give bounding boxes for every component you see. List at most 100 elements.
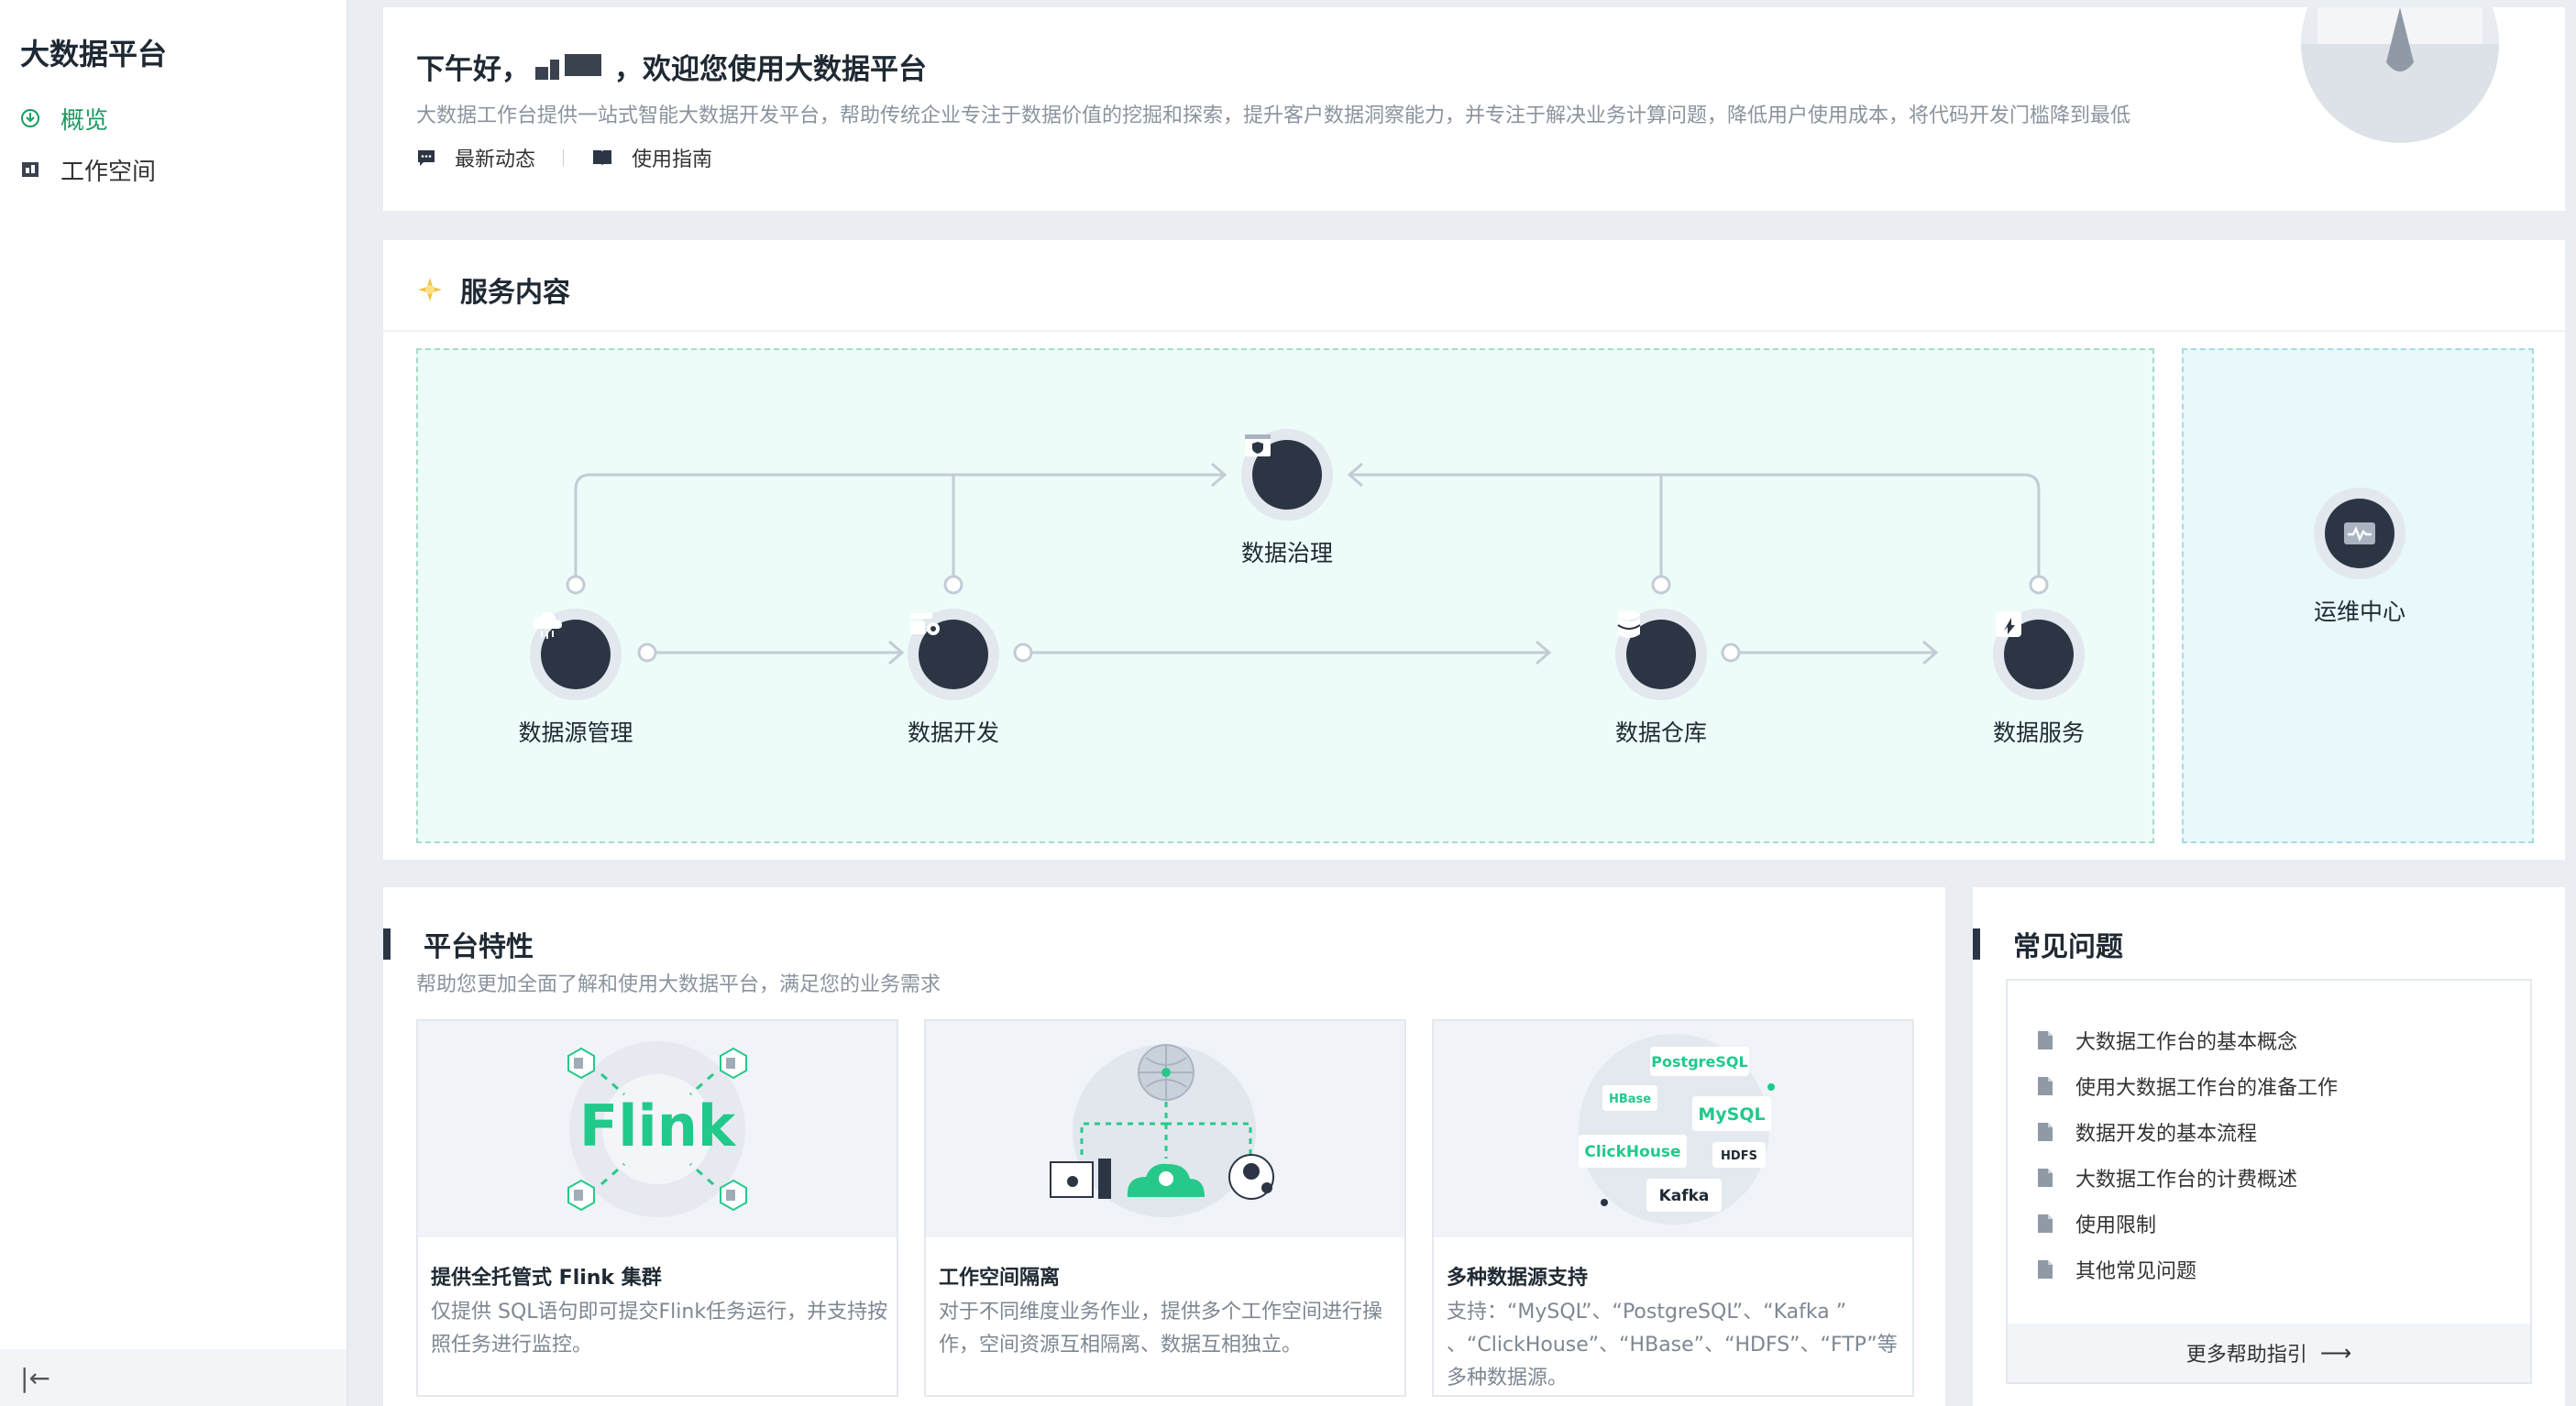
divider bbox=[563, 149, 565, 166]
latest-news-link[interactable]: 最新动态 bbox=[416, 143, 535, 172]
sidebar: 大数据平台 概览 工作空间 |← bbox=[0, 0, 348, 1406]
workspace-isolation-illustration bbox=[926, 1021, 1404, 1237]
faq-card: 常见问题 大数据工作台的基本概念 使用大数据工作台的准备工作 数据开发的基本流程… bbox=[1973, 887, 2565, 1406]
node-label: 运维中心 bbox=[2313, 599, 2405, 625]
faq-item-label: 其他常见问题 bbox=[2075, 1260, 2197, 1283]
document-icon bbox=[2038, 1031, 2053, 1049]
node-data-governance[interactable]: 数据治理 bbox=[1241, 429, 1333, 566]
node-data-service[interactable]: 数据服务 bbox=[1993, 609, 2085, 746]
features-subtitle: 帮助您更加全面了解和使用大数据平台，满足您的业务需求 bbox=[416, 973, 941, 996]
masked-username bbox=[535, 53, 609, 80]
faq-item[interactable]: 使用大数据工作台的准备工作 bbox=[2037, 1063, 2338, 1109]
header-bar bbox=[1973, 928, 1980, 960]
document-icon bbox=[2038, 1123, 2053, 1141]
node-label: 数据服务 bbox=[1992, 719, 2085, 746]
features-card: 平台特性 帮助您更加全面了解和使用大数据平台，满足您的业务需求 Flink 提供… bbox=[383, 887, 1945, 1406]
arrow-right-icon: ⟶ bbox=[2319, 1340, 2352, 1366]
data-flow-diagram: 数据治理 数据源管理 数据开发 数据仓库 数据服务 bbox=[416, 348, 2154, 843]
header-bar bbox=[383, 928, 391, 960]
tag-postgresql: PostgreSQL bbox=[1651, 1053, 1747, 1071]
node-label: 数据源管理 bbox=[518, 719, 633, 746]
node-label: 数据开发 bbox=[907, 719, 999, 746]
faq-item-label: 使用大数据工作台的准备工作 bbox=[2075, 1077, 2339, 1100]
features-header: 平台特性 bbox=[383, 924, 534, 964]
divider bbox=[383, 330, 2565, 332]
sidebar-item-overview[interactable]: 概览 bbox=[18, 97, 108, 139]
feature-description: 支持：“MySQL”、“PostgreSQL”、“Kafka ” 、“Click… bbox=[1447, 1301, 1898, 1390]
document-icon bbox=[2038, 1214, 2053, 1233]
collapse-icon: |← bbox=[20, 1362, 50, 1393]
faq-item-label: 数据开发的基本流程 bbox=[2075, 1123, 2258, 1146]
feature-card-flink[interactable]: Flink 提供全托管式 Flink 集群 仅提供 SQL语句即可提交Flink… bbox=[416, 1019, 898, 1397]
node-ops-center[interactable]: 运维中心 bbox=[2314, 488, 2405, 625]
faq-title: 常见问题 bbox=[2013, 931, 2123, 963]
governance-icon bbox=[1245, 434, 1271, 456]
feature-description: 仅提供 SQL语句即可提交Flink任务运行，并支持按照任务进行监控。 bbox=[431, 1301, 888, 1357]
welcome-title: 下午好， ，欢迎您使用大数据平台 bbox=[416, 46, 927, 87]
database-icon bbox=[1617, 610, 1641, 638]
welcome-description: 大数据工作台提供一站式智能大数据开发平台，帮助传统企业专注于数据价值的挖掘和探索… bbox=[416, 104, 2131, 127]
node-data-development[interactable]: 数据开发 bbox=[908, 609, 999, 746]
message-icon bbox=[418, 150, 435, 166]
feature-card-multi-datasource[interactable]: PostgreSQL HBase MySQL ClickHouse HDFS K… bbox=[1432, 1019, 1914, 1397]
node-label: 数据治理 bbox=[1240, 540, 1333, 566]
feature-title: 多种数据源支持 bbox=[1447, 1267, 1589, 1290]
node-label: 数据仓库 bbox=[1614, 719, 1707, 746]
tag-clickhouse: ClickHouse bbox=[1584, 1143, 1680, 1161]
flink-logo-text: Flink bbox=[579, 1093, 737, 1159]
faq-item[interactable]: 数据开发的基本流程 bbox=[2037, 1109, 2338, 1155]
tag-hdfs: HDFS bbox=[1721, 1149, 1757, 1163]
faq-item[interactable]: 大数据工作台的计费概述 bbox=[2037, 1155, 2338, 1201]
feature-card-workspace-isolation[interactable]: 工作空间隔离 对于不同维度业务作业，提供多个工作空间进行操作，空间资源互相隔离、… bbox=[924, 1019, 1406, 1397]
sidebar-item-label: 概览 bbox=[61, 106, 109, 135]
flow-connectors bbox=[566, 462, 2049, 665]
document-icon bbox=[2038, 1077, 2053, 1095]
code-settings-icon bbox=[910, 613, 940, 635]
more-help-label: 更多帮助指引 bbox=[2185, 1344, 2307, 1367]
latest-news-label: 最新动态 bbox=[455, 148, 536, 171]
faq-list-box: 大数据工作台的基本概念 使用大数据工作台的准备工作 数据开发的基本流程 大数据工… bbox=[2006, 979, 2532, 1384]
sidebar-item-workspace[interactable]: 工作空间 bbox=[18, 148, 156, 191]
feature-title: 工作空间隔离 bbox=[939, 1267, 1061, 1290]
faq-item[interactable]: 其他常见问题 bbox=[2037, 1247, 2338, 1292]
services-card: 服务内容 数据治理 数据源管理 数据开发 数据仓库 数据服务 运维中心 bbox=[383, 240, 2565, 860]
collapse-sidebar-button[interactable]: |← bbox=[0, 1349, 347, 1406]
faq-item-label: 使用限制 bbox=[2075, 1214, 2157, 1237]
welcome-links: 最新动态 使用指南 bbox=[416, 143, 712, 172]
brand-title: 大数据平台 bbox=[20, 37, 168, 71]
faq-header: 常见问题 bbox=[1973, 924, 2123, 964]
overview-icon bbox=[18, 106, 42, 130]
document-icon bbox=[2038, 1260, 2053, 1279]
tag-kafka: Kafka bbox=[1659, 1187, 1710, 1205]
welcome-card: 下午好， ，欢迎您使用大数据平台 大数据工作台提供一站式智能大数据开发平台，帮助… bbox=[383, 7, 2565, 211]
flink-illustration: Flink bbox=[418, 1021, 897, 1237]
services-title: 服务内容 bbox=[460, 277, 570, 309]
feature-description: 对于不同维度业务作业，提供多个工作空间进行操作，空间资源互相隔离、数据互相独立。 bbox=[939, 1301, 1383, 1357]
node-data-warehouse[interactable]: 数据仓库 bbox=[1615, 609, 1707, 746]
tag-mysql: MySQL bbox=[1698, 1104, 1765, 1125]
datasource-illustration: PostgreSQL HBase MySQL ClickHouse HDFS K… bbox=[1434, 1021, 1912, 1237]
user-guide-link[interactable]: 使用指南 bbox=[591, 143, 712, 172]
more-help-link[interactable]: 更多帮助指引 ⟶ bbox=[2008, 1324, 2530, 1382]
user-guide-label: 使用指南 bbox=[632, 148, 713, 171]
workspace-icon bbox=[18, 158, 42, 181]
faq-item-label: 大数据工作台的计费概述 bbox=[2075, 1169, 2298, 1192]
cloud-icon bbox=[532, 611, 562, 639]
sidebar-item-label: 工作空间 bbox=[61, 158, 157, 186]
services-header: 服务内容 bbox=[416, 269, 570, 310]
node-data-source-management[interactable]: 数据源管理 bbox=[518, 609, 633, 746]
faq-list: 大数据工作台的基本概念 使用大数据工作台的准备工作 数据开发的基本流程 大数据工… bbox=[2037, 1017, 2338, 1292]
faq-item[interactable]: 大数据工作台的基本概念 bbox=[2037, 1017, 2338, 1063]
features-title: 平台特性 bbox=[424, 931, 534, 963]
sparkle-icon bbox=[418, 278, 442, 302]
faq-item-label: 大数据工作台的基本概念 bbox=[2075, 1031, 2298, 1054]
book-icon bbox=[593, 150, 612, 166]
tag-hbase: HBase bbox=[1609, 1093, 1651, 1106]
gauge-illustration bbox=[2301, 7, 2499, 143]
greeting-suffix: ，欢迎您使用大数据平台 bbox=[614, 53, 927, 86]
monitor-icon bbox=[2344, 522, 2375, 544]
ops-center-area: 运维中心 bbox=[2182, 348, 2534, 843]
greeting-prefix: 下午好， bbox=[416, 53, 530, 86]
feature-title: 提供全托管式 Flink 集群 bbox=[431, 1267, 662, 1290]
faq-item[interactable]: 使用限制 bbox=[2037, 1201, 2338, 1247]
